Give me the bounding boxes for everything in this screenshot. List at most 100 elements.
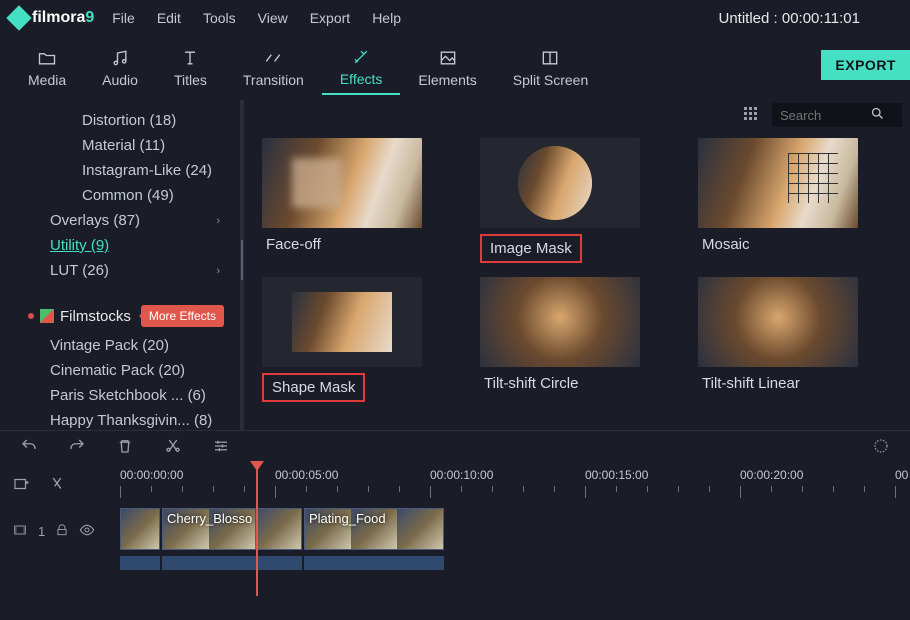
menu-help[interactable]: Help [372,10,401,26]
menu-tools[interactable]: Tools [203,10,236,26]
timecode: 00:00:00:00 [120,468,183,482]
thumbnail [480,277,640,367]
effects-content: Face-off Image Mask Mosaic Shape Mask Ti… [244,100,910,430]
tab-audio[interactable]: Audio [84,42,156,94]
sidebar-item-distortion[interactable]: Distortion (18) [20,108,230,133]
clip[interactable] [120,508,160,550]
grid-view-icon[interactable] [744,107,760,123]
tab-media[interactable]: Media [10,42,84,94]
transition-icon [263,48,283,68]
eye-icon[interactable] [79,522,95,541]
undo-icon[interactable] [20,437,38,460]
menu-bar: filmora9 File Edit Tools View Export Hel… [0,0,910,36]
sidebar-item-lut[interactable]: LUT (26)› [20,258,230,283]
sidebar-item-cinematic[interactable]: Cinematic Pack (20) [20,358,230,383]
audio-clip[interactable] [162,556,302,570]
track-body[interactable]: Cherry_Blosso Plating_Food [120,506,910,556]
sidebar-item-instagram[interactable]: Instagram-Like (24) [20,158,230,183]
magnet-icon[interactable] [48,475,66,498]
thumbnail-label: Shape Mask [262,373,365,402]
dot-icon [28,313,34,319]
tabs-row: Media Audio Titles Transition Effects El… [0,36,910,100]
filmstocks-label: Filmstocks [60,308,131,325]
filmstocks-header[interactable]: Filmstocks More Effects [20,297,230,333]
thumbnail-label: Tilt-shift Linear [698,373,804,394]
menu-view[interactable]: View [258,10,288,26]
delete-icon[interactable] [116,437,134,460]
timeline: 00:00:00:0000:00:05:0000:00:10:0000:00:1… [0,466,910,572]
sidebar-item-vintage[interactable]: Vintage Pack (20) [20,333,230,358]
tab-transition[interactable]: Transition [225,42,322,94]
effect-tilt-shift-linear[interactable]: Tilt-shift Linear [698,277,892,402]
timecode: 00:00:10:00 [430,468,493,482]
tab-titles[interactable]: Titles [156,42,225,94]
timecode: 00 [895,468,908,482]
thumbnail-label: Image Mask [480,234,582,263]
track-header: 1 [0,506,120,556]
audio-clip[interactable] [120,556,160,570]
track-number: 1 [38,524,45,539]
settings-icon[interactable] [872,437,890,460]
timeline-ruler[interactable]: 00:00:00:0000:00:05:0000:00:10:0000:00:1… [120,466,910,506]
text-icon [180,48,200,68]
logo-text: filmora9 [32,9,94,27]
clip-plating-food[interactable]: Plating_Food [304,508,444,550]
chevron-right-icon: › [216,265,220,277]
tab-label: Transition [243,72,304,88]
logo-icon [6,5,31,30]
effect-shape-mask[interactable]: Shape Mask [262,277,456,402]
menu-export[interactable]: Export [310,10,350,26]
video-track: 1 Cherry_Blosso Plating_Food [0,506,910,556]
redo-icon[interactable] [68,437,86,460]
timeline-header: 00:00:00:0000:00:05:0000:00:10:0000:00:1… [0,466,910,506]
search-input[interactable] [780,108,870,123]
thumbnail [698,277,858,367]
sidebar-item-material[interactable]: Material (11) [20,133,230,158]
clip-label: Cherry_Blosso [167,511,252,526]
audio-clip[interactable] [304,556,444,570]
sidebar-item-thanksgiving[interactable]: Happy Thanksgivin... (8) [20,408,230,430]
clip-cherry-blossom[interactable]: Cherry_Blosso [162,508,302,550]
more-effects-badge[interactable]: More Effects [141,305,224,327]
menu-file[interactable]: File [112,10,135,26]
audio-track-head [0,556,120,572]
timecode: 00:00:15:00 [585,468,648,482]
effects-grid: Face-off Image Mask Mosaic Shape Mask Ti… [244,130,910,430]
tab-split-screen[interactable]: Split Screen [495,42,606,94]
sidebar-item-overlays[interactable]: Overlays (87) › [20,208,230,233]
audio-track-body[interactable] [120,556,910,572]
cut-icon[interactable] [164,437,182,460]
content-toolbar [244,100,910,130]
search-icon[interactable] [870,106,885,124]
cube-icon [40,309,54,323]
sidebar-item-utility[interactable]: Utility (9) [20,233,230,258]
effects-icon [351,47,371,67]
menu-edit[interactable]: Edit [157,10,181,26]
tree-label: Overlays (87) [50,212,140,229]
thumbnail [480,138,640,228]
timecode: 00:00:20:00 [740,468,803,482]
tab-label: Media [28,72,66,88]
effect-face-off[interactable]: Face-off [262,138,456,263]
chevron-right-icon: › [216,215,220,227]
effect-mosaic[interactable]: Mosaic [698,138,892,263]
tab-label: Effects [340,71,383,87]
effect-tilt-shift-circle[interactable]: Tilt-shift Circle [480,277,674,402]
search-box[interactable] [772,103,902,127]
music-icon [110,48,130,68]
lock-icon[interactable] [55,523,69,540]
effect-image-mask[interactable]: Image Mask [480,138,674,263]
clip-label: Plating_Food [309,511,386,526]
sidebar-item-paris[interactable]: Paris Sketchbook ... (6) [20,383,230,408]
export-button[interactable]: EXPORT [821,50,910,80]
tab-effects[interactable]: Effects [322,41,401,95]
tree-label: Utility (9) [50,237,109,254]
folder-icon [37,48,57,68]
split-icon [540,48,560,68]
menu-items: File Edit Tools View Export Help [112,10,401,26]
tab-elements[interactable]: Elements [400,42,494,94]
adjust-icon[interactable] [212,437,230,460]
sidebar-item-common[interactable]: Common (49) [20,183,230,208]
tab-label: Titles [174,72,207,88]
add-track-icon[interactable] [12,475,30,498]
